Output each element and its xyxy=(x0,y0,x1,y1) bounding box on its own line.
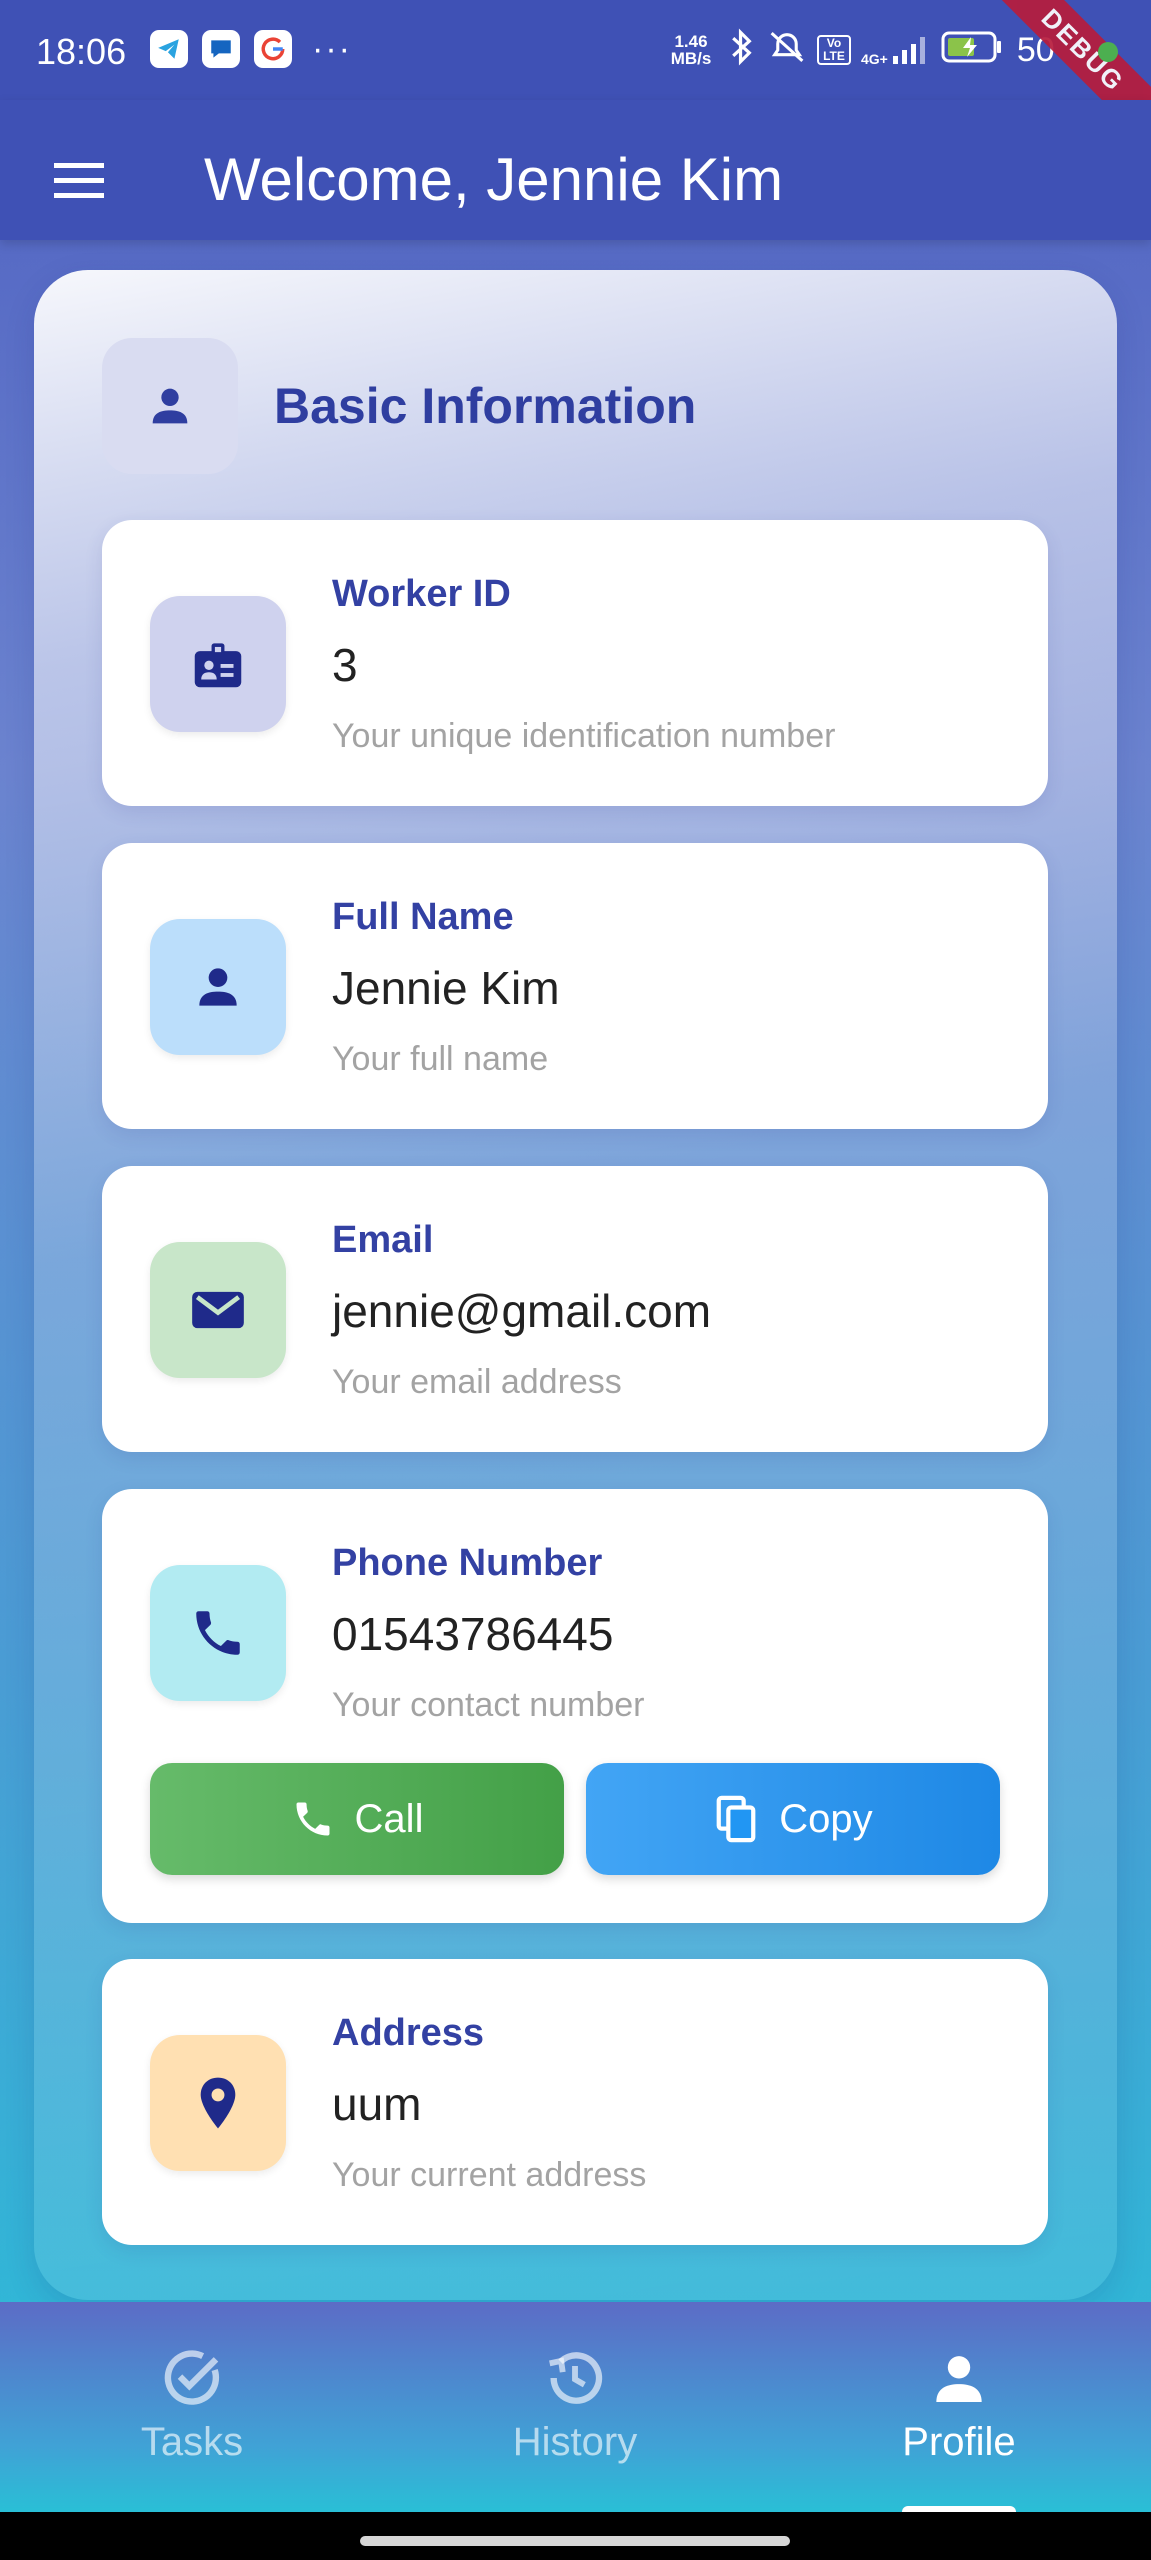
copy-button-label: Copy xyxy=(779,1796,873,1841)
card-hint: Your full name xyxy=(332,1040,549,1078)
privacy-indicator-dot xyxy=(1098,42,1118,62)
notification-icons: ··· xyxy=(150,30,352,68)
card-value: 01543786445 xyxy=(332,1608,614,1660)
more-notifications-icon: ··· xyxy=(312,30,352,68)
card-hint: Your unique identification number xyxy=(332,717,836,755)
copy-button[interactable]: Copy xyxy=(586,1763,1000,1875)
telegram-icon xyxy=(150,30,188,68)
hamburger-menu-icon xyxy=(54,163,104,198)
card-hint: Your current address xyxy=(332,2156,647,2194)
call-button-label: Call xyxy=(354,1796,424,1841)
nav-label: Profile xyxy=(902,2420,1016,2464)
location-pin-icon xyxy=(150,2035,286,2171)
volte-icon: Vo LTE xyxy=(817,34,851,65)
bluetooth-icon xyxy=(727,28,757,71)
page-title: Welcome, Jennie Kim xyxy=(204,146,784,213)
menu-button[interactable] xyxy=(40,142,118,220)
address-card: Address uum Your current address xyxy=(102,1959,1048,2245)
mail-icon xyxy=(150,1242,286,1378)
signal-icon: 4G+ xyxy=(861,34,931,66)
card-value: uum xyxy=(332,2078,422,2130)
gesture-handle[interactable] xyxy=(360,2536,790,2546)
card-label: Address xyxy=(332,2012,485,2054)
card-hint: Your contact number xyxy=(332,1686,645,1724)
card-value: 3 xyxy=(332,639,358,691)
call-button[interactable]: Call xyxy=(150,1763,564,1875)
status-time: 18:06 xyxy=(36,31,127,72)
card-value: Jennie Kim xyxy=(332,962,560,1014)
basic-information-panel: Basic Information Worker ID 3 Your uniqu… xyxy=(34,270,1117,2300)
section-header: Basic Information xyxy=(102,338,696,474)
card-label: Worker ID xyxy=(332,573,511,615)
phone-number-card: Phone Number 01543786445 Your contact nu… xyxy=(102,1489,1048,1923)
status-bar: 18:06 ··· 1.46 MB/s Vo LTE 4G+ 50 DEBUG xyxy=(0,0,1151,158)
card-value: jennie@gmail.com xyxy=(332,1285,712,1337)
network-speed: 1.46 MB/s xyxy=(670,31,712,68)
battery-icon xyxy=(941,29,1003,70)
nav-tasks[interactable]: Tasks xyxy=(42,2346,342,2466)
card-label: Email xyxy=(332,1219,434,1261)
person-icon xyxy=(102,338,238,474)
task-check-icon xyxy=(164,2350,220,2405)
google-icon xyxy=(254,30,292,68)
worker-id-card: Worker ID 3 Your unique identification n… xyxy=(102,520,1048,806)
nav-label: Tasks xyxy=(140,2420,244,2464)
card-label: Full Name xyxy=(332,896,514,938)
copy-icon xyxy=(716,1795,756,1843)
phone-icon xyxy=(296,1802,330,1836)
system-icons: 1.46 MB/s Vo LTE 4G+ 50 xyxy=(665,28,1055,71)
bottom-navigation: Tasks History Profile xyxy=(0,2302,1151,2516)
badge-icon xyxy=(150,596,286,732)
card-hint: Your email address xyxy=(332,1363,622,1401)
muted-alarm-icon xyxy=(767,28,807,71)
app-bar: Welcome, Jennie Kim xyxy=(0,100,1151,240)
nav-profile[interactable]: Profile xyxy=(809,2346,1109,2466)
card-label: Phone Number xyxy=(332,1542,603,1584)
person-icon xyxy=(936,2356,982,2402)
nav-label: History xyxy=(512,2420,638,2464)
history-icon xyxy=(549,2352,603,2404)
phone-icon xyxy=(150,1565,286,1701)
chat-app-icon xyxy=(202,30,240,68)
full-name-card: Full Name Jennie Kim Your full name xyxy=(102,843,1048,1129)
email-card: Email jennie@gmail.com Your email addres… xyxy=(102,1166,1048,1452)
gesture-navigation-area xyxy=(0,2512,1151,2560)
nav-history[interactable]: History xyxy=(425,2346,725,2466)
section-title: Basic Information xyxy=(274,378,697,434)
person-icon xyxy=(150,919,286,1055)
